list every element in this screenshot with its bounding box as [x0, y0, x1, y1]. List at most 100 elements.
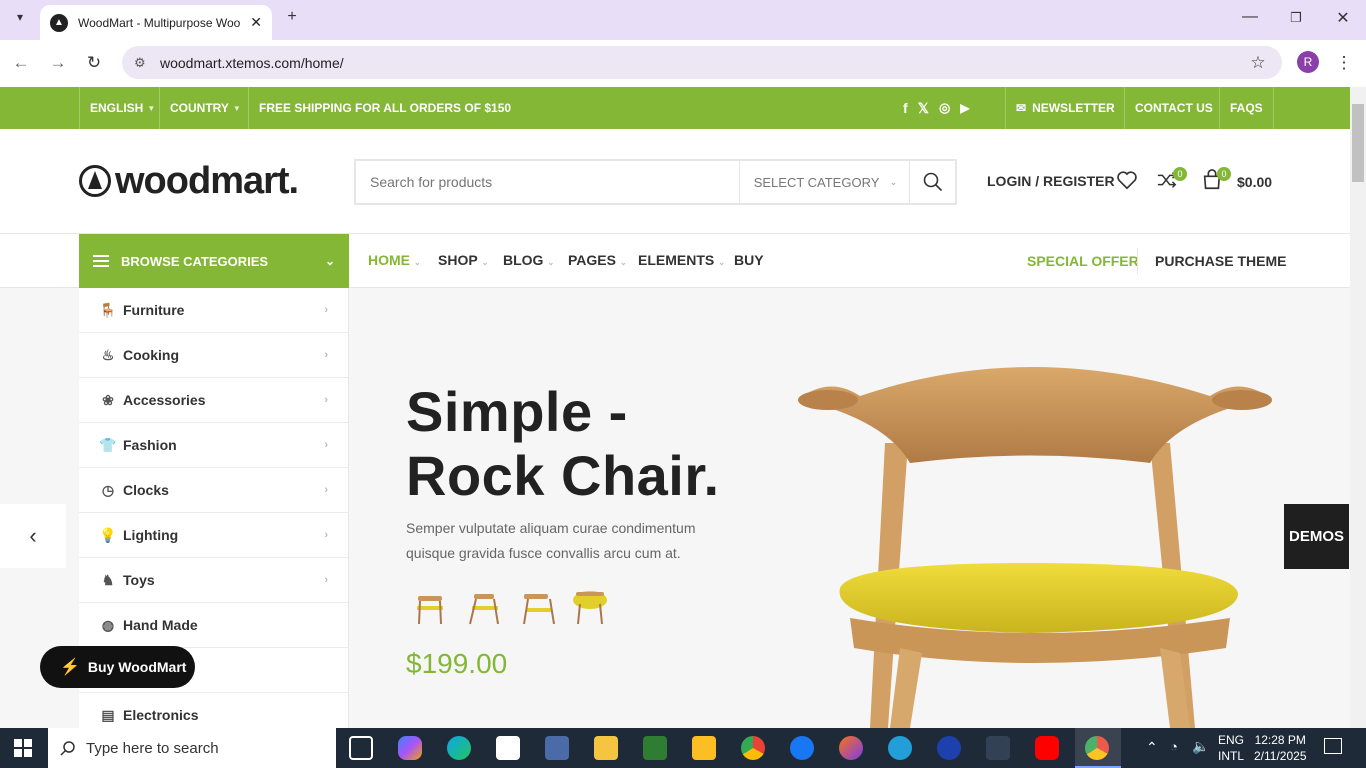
- wishlist-icon[interactable]: [1116, 169, 1140, 193]
- site-header: woodmart. SELECT CATEGORY ⌄ LOGIN / REGI…: [0, 129, 1350, 234]
- category-item-clocks[interactable]: ◷ Clocks ›: [79, 468, 348, 513]
- address-bar-row: ← → ↻ ⚙ woodmart.xtemos.com/home/ ☆ R ⋮: [0, 40, 1366, 86]
- sheets-icon[interactable]: [643, 736, 667, 760]
- category-item-lighting[interactable]: 💡 Lighting ›: [79, 513, 348, 558]
- bookmark-star-icon[interactable]: ☆: [1247, 53, 1269, 73]
- nav-pages-label: PAGES: [568, 252, 616, 268]
- wifi-icon[interactable]: ◔: [1170, 739, 1178, 754]
- purchase-theme-link[interactable]: PURCHASE THEME: [1155, 253, 1286, 269]
- chair-thumbnail-3[interactable]: [518, 586, 558, 628]
- search-form: SELECT CATEGORY ⌄: [354, 159, 957, 205]
- profile-avatar[interactable]: R: [1297, 51, 1319, 73]
- demos-button[interactable]: DEMOS: [1284, 504, 1349, 569]
- category-item-accessories[interactable]: ❀ Accessories ›: [79, 378, 348, 423]
- nav-shop[interactable]: SHOP ⌄: [438, 252, 488, 268]
- hero-price: $199.00: [406, 648, 508, 679]
- contact-link[interactable]: CONTACT US: [1124, 87, 1223, 129]
- chevron-right-icon: ›: [324, 529, 328, 541]
- category-item-hand-made[interactable]: ◍ Hand Made: [79, 603, 348, 648]
- chevron-down-icon: ⌄: [619, 258, 627, 267]
- menu-dots-icon[interactable]: ⋮: [1333, 53, 1355, 73]
- taskbar-search[interactable]: Type here to search: [48, 728, 336, 768]
- slider-prev-button[interactable]: ‹: [0, 504, 66, 568]
- tab-search-icon[interactable]: ▾: [8, 10, 32, 24]
- page-scrollbar[interactable]: [1350, 87, 1366, 728]
- nav-elements[interactable]: ELEMENTS ⌄: [638, 252, 725, 268]
- search-button[interactable]: [909, 161, 955, 203]
- cart-total[interactable]: $0.00: [1237, 174, 1272, 190]
- keep-icon[interactable]: [692, 736, 716, 760]
- special-offer-link[interactable]: SPECIAL OFFER: [1027, 253, 1139, 269]
- category-item-fashion[interactable]: 👕 Fashion ›: [79, 423, 348, 468]
- close-window-icon[interactable]: ✕: [1331, 8, 1355, 28]
- nav-buy[interactable]: BUY: [734, 252, 764, 268]
- file-explorer-icon[interactable]: [594, 736, 618, 760]
- facebook-app-icon[interactable]: [790, 736, 814, 760]
- new-tab-icon[interactable]: +: [280, 8, 304, 26]
- compare-icon[interactable]: 0: [1156, 167, 1187, 193]
- instagram-icon[interactable]: ◎: [939, 100, 950, 116]
- chair-thumbnail-1[interactable]: [410, 586, 450, 628]
- browse-categories-button[interactable]: BROWSE CATEGORIES ⌄: [79, 234, 349, 288]
- category-item-toys[interactable]: ♞ Toys ›: [79, 558, 348, 603]
- scrollbar-thumb[interactable]: [1352, 104, 1364, 182]
- newsletter-link[interactable]: ✉ NEWSLETTER: [1005, 87, 1125, 129]
- site-info-icon[interactable]: ⚙: [134, 55, 150, 71]
- buy-woodmart-button[interactable]: ⚡ Buy WoodMart: [40, 646, 195, 688]
- bulb-icon: 💡: [99, 526, 117, 543]
- messenger-icon[interactable]: [937, 736, 961, 760]
- tray-chevron-icon[interactable]: ⌃: [1146, 739, 1158, 756]
- site-logo[interactable]: woodmart.: [79, 159, 299, 202]
- facebook-icon[interactable]: f: [903, 100, 908, 116]
- firefox-icon[interactable]: [839, 736, 863, 760]
- logo-text: woodmart.: [115, 159, 299, 202]
- chevron-down-icon: ⌄: [889, 176, 898, 187]
- windows-start-icon[interactable]: [14, 739, 32, 757]
- telegram-icon[interactable]: [888, 736, 912, 760]
- copilot-icon[interactable]: [398, 736, 422, 760]
- shipping-notice: FREE SHIPPING FOR ALL ORDERS OF $150: [248, 87, 521, 129]
- faqs-link[interactable]: FAQS: [1219, 87, 1274, 129]
- search-input[interactable]: [356, 161, 739, 203]
- browser-tab[interactable]: ▲ WoodMart - Multipurpose Woo ✕: [40, 5, 272, 40]
- close-tab-icon[interactable]: ✕: [250, 14, 262, 31]
- notifications-icon[interactable]: [1324, 738, 1342, 754]
- store-icon[interactable]: [496, 736, 520, 760]
- youtube-icon[interactable]: ▶: [960, 101, 969, 115]
- forward-icon[interactable]: →: [47, 53, 69, 73]
- chair-thumbnail-4[interactable]: [570, 586, 610, 628]
- calculator-icon[interactable]: [545, 736, 569, 760]
- login-register-link[interactable]: LOGIN / REGISTER: [987, 173, 1115, 189]
- volume-icon[interactable]: 🔈: [1192, 738, 1209, 755]
- x-twitter-icon[interactable]: 𝕏: [918, 100, 929, 117]
- category-item-cooking[interactable]: ♨ Cooking ›: [79, 333, 348, 378]
- back-icon[interactable]: ←: [10, 53, 32, 73]
- minimize-icon[interactable]: —: [1238, 8, 1262, 26]
- camera-app-icon[interactable]: [986, 736, 1010, 760]
- system-clock[interactable]: 12:28 PM 2/11/2025: [1254, 732, 1307, 764]
- language-dropdown[interactable]: ENGLISH ▼: [79, 87, 165, 129]
- reload-icon[interactable]: ↻: [83, 53, 105, 73]
- lang-layout: INTL: [1218, 749, 1245, 763]
- category-label: Cooking: [123, 347, 179, 363]
- url-field[interactable]: ⚙ woodmart.xtemos.com/home/: [122, 46, 1282, 79]
- woodmart-favicon-icon: ▲: [50, 13, 68, 32]
- browser-tab-bar: ▾ ▲ WoodMart - Multipurpose Woo ✕ + — ❐ …: [0, 0, 1366, 40]
- category-select[interactable]: SELECT CATEGORY ⌄: [738, 161, 909, 203]
- youtube-app-icon[interactable]: [1035, 736, 1059, 760]
- lang-code: ENG: [1218, 733, 1245, 747]
- nav-blog[interactable]: BLOG ⌄: [503, 252, 554, 268]
- chrome-icon[interactable]: [741, 736, 765, 760]
- country-dropdown[interactable]: COUNTRY ▼: [159, 87, 251, 129]
- restore-icon[interactable]: ❐: [1284, 10, 1308, 26]
- chevron-down-icon: ⌄: [481, 258, 489, 267]
- search-icon: [923, 172, 942, 192]
- cart-icon[interactable]: 0: [1201, 167, 1231, 193]
- nav-home[interactable]: HOME ⌄: [368, 252, 421, 268]
- input-language[interactable]: ENG INTL: [1218, 732, 1244, 764]
- edge-icon[interactable]: [447, 736, 471, 760]
- chair-thumbnail-2[interactable]: [464, 586, 504, 628]
- category-item-furniture[interactable]: 🪑 Furniture ›: [79, 288, 348, 333]
- nav-pages[interactable]: PAGES ⌄: [568, 252, 627, 268]
- task-view-icon[interactable]: [349, 736, 373, 760]
